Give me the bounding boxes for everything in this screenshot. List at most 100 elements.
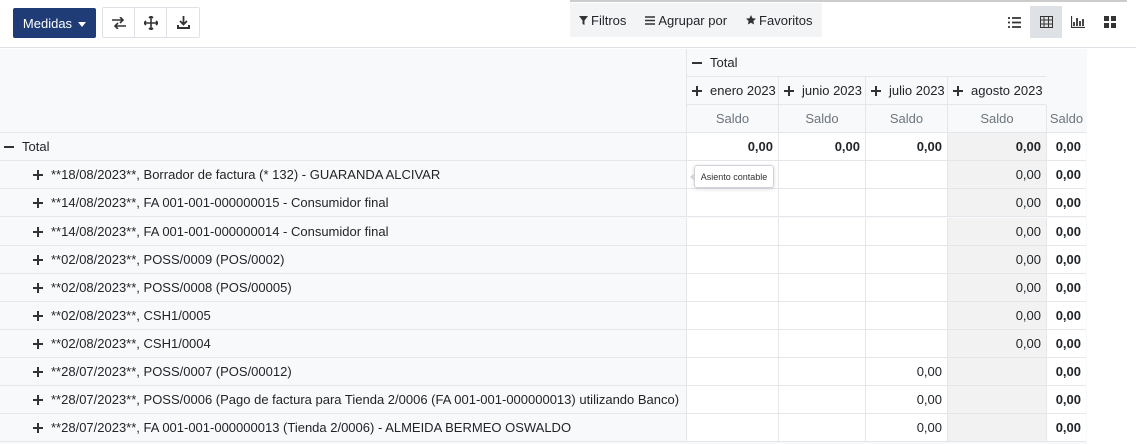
table-cell-value: 0,00 [1055,224,1081,239]
list-view-button[interactable] [998,6,1030,38]
row-header[interactable]: **02/08/2023**, POSS/0009 (POS/0002) [0,246,686,274]
table-cell [778,218,865,246]
row-header-label: **02/08/2023**, CSH1/0005 [51,308,211,323]
table-cell [686,189,778,217]
filters-toggle[interactable]: Filtros [579,13,626,28]
row-header[interactable]: **28/07/2023**, POSS/0006 (Pago de factu… [0,386,686,414]
column-header-month[interactable]: enero 2023 [686,77,778,105]
download-button[interactable] [167,8,199,37]
table-cell [686,302,778,330]
table-cell [947,386,1046,414]
pivot-view-button[interactable] [1030,6,1062,38]
table-cell [778,302,865,330]
table-cell: 0,00 [1046,414,1086,442]
search-bar-border [570,0,1127,2]
table-cell: 0,00 [947,274,1046,302]
bars-icon [645,15,656,25]
column-header-month-label: agosto 2023 [971,83,1043,98]
measures-button[interactable]: Medidas [13,8,96,38]
table-cell [686,358,778,386]
measure-header: Saldo [947,105,1046,133]
table-cell-value: 0,00 [916,392,942,407]
total-cell-value: 0,00 [747,139,773,154]
measure-header-label: Saldo [715,111,750,126]
graph-view-button[interactable] [1062,6,1094,38]
total-cell: 0,00 [778,133,865,161]
table-cell-value: 0,00 [916,364,942,379]
row-header[interactable]: **14/08/2023**, FA 001-001-000000014 - C… [0,218,686,246]
table-cell [947,358,1046,386]
minus-icon [4,142,14,152]
table-cell: 0,00 [1046,386,1086,414]
pivot-actions [102,7,200,38]
table-cell: 0,00 [947,161,1046,189]
control-panel: Medidas Filtros Agrupar por Favoritos [0,0,1136,48]
plus-icon [953,85,963,96]
row-header[interactable]: **28/07/2023**, FA 001-001-000000013 (Ti… [0,414,686,442]
favorites-label: Favoritos [759,12,813,28]
table-cell [865,330,947,358]
row-header-total[interactable]: Total [0,133,686,161]
kanban-view-button[interactable] [1094,6,1126,38]
table-cell [686,218,778,246]
row-header[interactable]: **02/08/2023**, CSH1/0005 [0,302,686,330]
view-switcher [998,6,1126,38]
column-header-total-label: Total [710,55,738,70]
pivot-view-icon [1039,16,1053,28]
table-cell-value: 0,00 [1055,167,1081,182]
plus-icon [33,226,43,237]
table-cell: 0,00 [1046,189,1086,217]
favorites-toggle[interactable]: Favoritos [746,12,813,28]
table-cell: 0,00 [1046,358,1086,386]
total-cell: 0,00 [686,133,778,161]
measure-header-label: Saldo [980,111,1014,126]
table-cell [778,358,865,386]
table-cell: 0,00 [947,246,1046,274]
list-view-icon [1007,16,1021,28]
row-header[interactable]: **14/08/2023**, FA 001-001-000000015 - C… [0,189,686,217]
search-panel: Filtros Agrupar por Favoritos [570,3,822,37]
swap-arrows-icon [111,16,126,29]
column-header-total[interactable]: Total [686,49,1046,77]
total-cell: 0,00 [947,133,1046,161]
row-header-label: **18/08/2023**, Borrador de factura (* 1… [51,167,441,182]
pivot-right-gutter [1087,49,1136,444]
plus-icon [33,197,43,208]
measure-header: Saldo [1046,105,1086,133]
star-icon [746,15,757,25]
table-cell [865,189,947,217]
expand-all-button[interactable] [135,8,167,37]
table-cell: 0,00 [1046,274,1086,302]
table-cell: 0,00 [865,358,947,386]
filter-icon [579,15,588,25]
plus-icon [33,422,43,433]
pivot-table: Total enero 2023 junio 2023 julio 2023 agost… [0,49,1136,444]
table-cell-value: 0,00 [1055,252,1081,267]
row-header[interactable]: **02/08/2023**, POSS/0008 (POS/00005) [0,274,686,302]
flip-axis-button[interactable] [103,8,135,37]
column-header-month-label: junio 2023 [802,83,862,98]
caret-down-icon [78,21,87,27]
column-header-month[interactable]: junio 2023 [778,77,865,105]
table-cell-value: 0,00 [1015,308,1041,323]
measure-header-label: Saldo [889,111,924,126]
table-cell [778,246,865,274]
row-header-label: **02/08/2023**, CSH1/0004 [51,336,211,351]
groupby-label: Agrupar por [658,12,728,28]
column-header-month[interactable]: julio 2023 [865,77,947,105]
column-header-month-label: enero 2023 [710,83,776,98]
plus-icon [33,338,43,349]
table-cell-value: 0,00 [1015,252,1041,267]
table-cell-value: 0,00 [1055,392,1081,407]
groupby-toggle[interactable]: Agrupar por [645,13,727,28]
table-cell [778,189,865,217]
row-header-label: **02/08/2023**, POSS/0008 (POS/00005) [51,280,292,295]
row-header[interactable]: **18/08/2023**, Borrador de factura (* 1… [0,161,686,189]
row-header-label: **28/07/2023**, POSS/0007 (POS/00012) [51,364,292,379]
graph-view-icon [1071,16,1085,28]
row-header[interactable]: **28/07/2023**, POSS/0007 (POS/00012) [0,358,686,386]
column-header-month[interactable]: agosto 2023 [947,77,1046,105]
plus-icon [33,282,43,293]
row-header[interactable]: **02/08/2023**, CSH1/0004 [0,330,686,358]
column-header-month-label: julio 2023 [889,83,945,98]
